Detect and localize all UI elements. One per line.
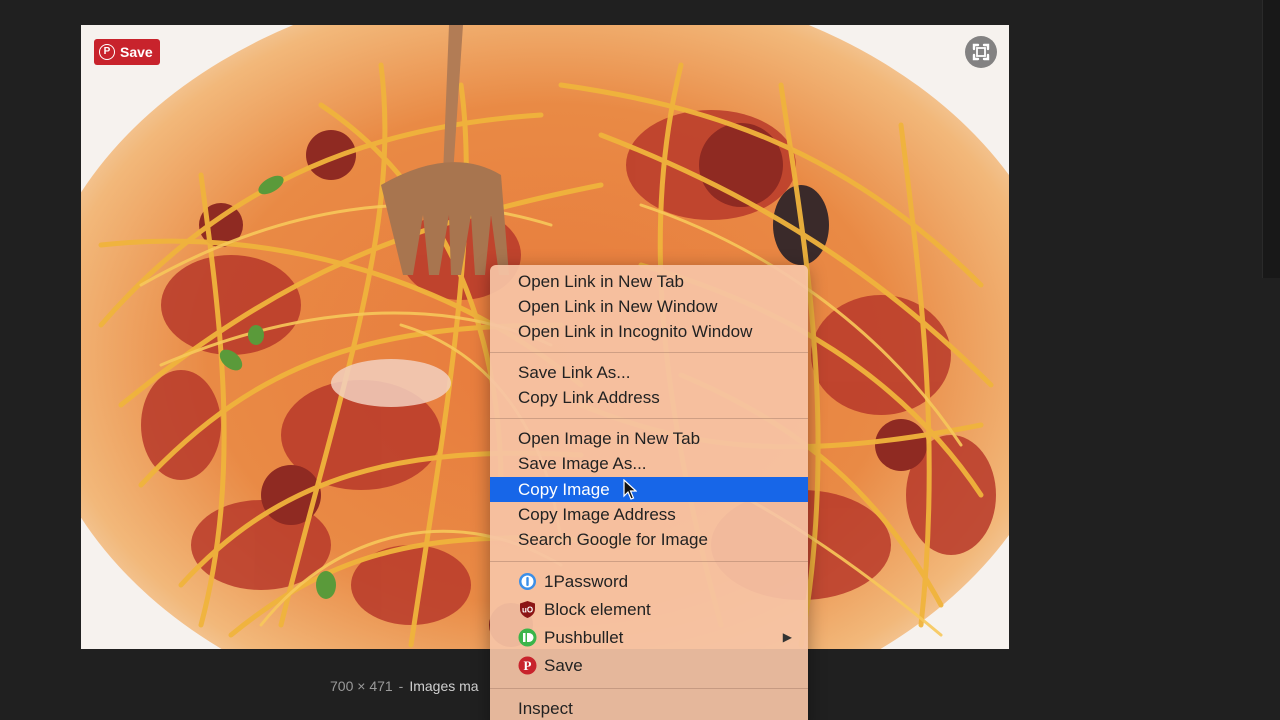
mouse-cursor-icon (623, 479, 637, 500)
menu-separator (490, 688, 808, 689)
ublock-icon: uO (518, 600, 537, 619)
context-menu: Open Link in New Tab Open Link in New Wi… (490, 265, 808, 720)
menu-item-inspect[interactable]: Inspect (490, 696, 808, 720)
menu-separator (490, 418, 808, 419)
menu-item-1password[interactable]: 1Password (490, 569, 808, 594)
pinterest-save-button[interactable]: P Save (94, 39, 160, 65)
menu-item-open-link-new-tab[interactable]: Open Link in New Tab (490, 269, 808, 294)
menu-item-label: Save (544, 656, 583, 675)
expand-icon (972, 43, 990, 61)
svg-text:P: P (524, 658, 532, 673)
menu-item-label: Block element (544, 600, 651, 619)
menu-item-save-link-as[interactable]: Save Link As... (490, 360, 808, 385)
svg-text:uO: uO (522, 606, 533, 615)
pinterest-icon: P (518, 656, 537, 675)
image-caption: 700 × 471- Images ma (330, 678, 479, 694)
1password-icon (518, 572, 537, 591)
menu-item-open-image-new-tab[interactable]: Open Image in New Tab (490, 426, 808, 451)
expand-button[interactable] (965, 36, 997, 68)
menu-item-copy-image[interactable]: Copy Image (490, 477, 808, 502)
caption-separator: - (398, 678, 404, 694)
menu-item-label: Pushbullet (544, 628, 624, 647)
scrollbar-track[interactable] (1262, 0, 1280, 278)
pushbullet-icon (518, 628, 537, 647)
menu-item-pinterest-save[interactable]: P Save (490, 653, 808, 678)
menu-item-open-link-incognito[interactable]: Open Link in Incognito Window (490, 319, 808, 344)
menu-separator (490, 561, 808, 562)
browser-page: P Save 700 × 471- Images ma Open Link in … (0, 0, 1280, 720)
menu-item-block-element[interactable]: uO Block element (490, 597, 808, 622)
submenu-arrow-icon: ▶ (782, 630, 792, 644)
menu-item-copy-link-address[interactable]: Copy Link Address (490, 385, 808, 410)
menu-item-pushbullet[interactable]: Pushbullet ▶ (490, 625, 808, 650)
pinterest-save-label: Save (120, 44, 153, 60)
menu-item-copy-image-address[interactable]: Copy Image Address (490, 502, 808, 527)
menu-separator (490, 352, 808, 353)
menu-item-label: 1Password (544, 572, 629, 591)
menu-item-search-google-for-image[interactable]: Search Google for Image (490, 527, 808, 552)
menu-item-save-image-as[interactable]: Save Image As... (490, 451, 808, 476)
pinterest-icon: P (99, 44, 115, 60)
image-source-link[interactable]: Images ma (409, 678, 478, 694)
menu-item-open-link-new-window[interactable]: Open Link in New Window (490, 294, 808, 319)
image-dimensions: 700 × 471 (330, 678, 393, 694)
